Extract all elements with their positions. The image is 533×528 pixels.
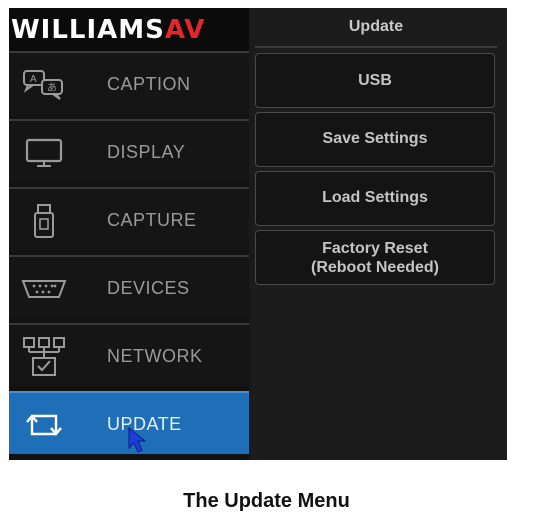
sidebar-item-label: DISPLAY [107,142,186,162]
device-screen: WILLIAMS AV A あ CAPTION DISPLAY CAPTURE … [9,8,507,460]
update-panel: Update USB Save Settings Load Settings F… [252,8,507,460]
update-icon [19,405,69,445]
sidebar-item-display[interactable]: DISPLAY [9,119,249,183]
caption-icon: A あ [19,65,69,105]
usb-button[interactable]: USB [255,53,495,108]
save-settings-button-label: Save Settings [322,130,428,147]
factory-reset-button-note: (Reboot Needed) [311,258,439,276]
sidebar-item-label: CAPTURE [107,210,197,230]
figure-caption: The Update Menu [183,490,350,512]
sidebar: WILLIAMS AV A あ CAPTION DISPLAY CAPTURE … [9,8,249,460]
logo-text: WILLIAMS [11,14,165,45]
williams-av-logo: WILLIAMS AV [9,8,249,51]
save-settings-button[interactable]: Save Settings [255,112,495,167]
sidebar-item-label: DEVICES [107,278,190,298]
factory-reset-button[interactable]: Factory Reset (Reboot Needed) [255,230,495,285]
load-settings-button[interactable]: Load Settings [255,171,495,226]
logo-accent-text: AV [164,14,206,45]
sidebar-item-capture[interactable]: CAPTURE [9,187,249,251]
usb-drive-icon [19,201,69,241]
serial-port-icon [19,269,69,309]
sidebar-item-network[interactable]: NETWORK [9,323,249,387]
sidebar-item-caption[interactable]: A あ CAPTION [9,51,249,115]
load-settings-button-label: Load Settings [322,189,428,206]
svg-text:A: A [30,74,37,85]
panel-title: Update [255,8,497,48]
sidebar-item-label: NETWORK [107,346,203,366]
svg-text:あ: あ [47,82,57,94]
mouse-cursor-icon [127,426,149,459]
sidebar-item-devices[interactable]: DEVICES [9,255,249,319]
sidebar-item-label: CAPTION [107,74,191,94]
usb-button-label: USB [358,72,392,89]
display-icon [19,133,69,173]
network-icon [19,337,69,377]
factory-reset-button-label: Factory Reset [322,239,428,257]
